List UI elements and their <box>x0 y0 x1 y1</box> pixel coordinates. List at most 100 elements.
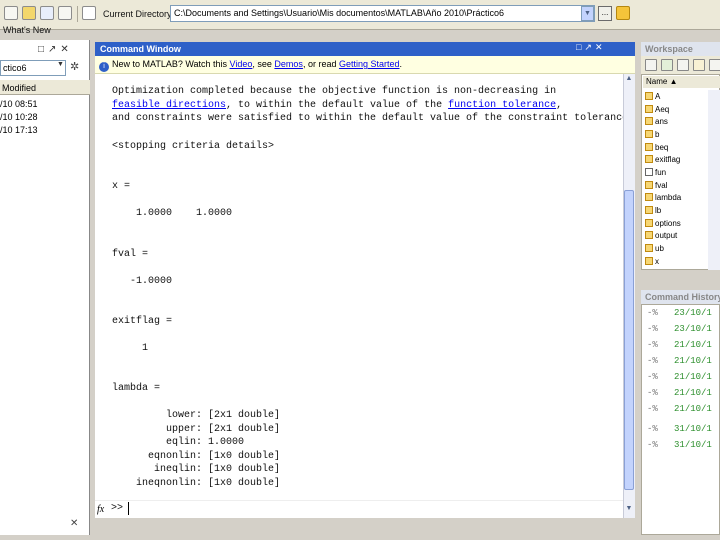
list-item[interactable]: exitflag <box>645 155 680 166</box>
list-item[interactable]: A <box>645 92 660 103</box>
column-header-name[interactable]: Name ▲ <box>643 76 720 88</box>
variable-name: x <box>655 257 659 266</box>
feasible-directions-link[interactable]: feasible directions <box>112 100 226 111</box>
output-line: 1 <box>112 343 149 354</box>
stopping-criteria-link[interactable]: <stopping criteria details> <box>112 141 274 152</box>
getting-started-link[interactable]: Getting Started <box>339 59 400 69</box>
list-item[interactable]: fval <box>645 181 667 192</box>
variable-name: beq <box>655 143 669 152</box>
variable-name: b <box>655 130 660 139</box>
command-history-title: Command History <box>641 290 720 304</box>
getting-started-banner: i New to MATLAB? Watch this Video, see De… <box>95 56 635 74</box>
command-input-row[interactable] <box>95 500 623 518</box>
video-link[interactable]: Video <box>230 59 253 69</box>
list-item[interactable]: /10 17:13 <box>0 125 38 135</box>
column-header-modified[interactable]: Modified <box>0 80 90 95</box>
matrix-icon <box>645 117 653 125</box>
output-line: eqlin: 1.0000 <box>112 437 245 448</box>
command-history-list[interactable] <box>641 304 720 535</box>
workspace-scrollbar[interactable] <box>708 90 720 270</box>
output-line: and constraints were satisfied to within… <box>112 113 635 124</box>
panel-controls-icon[interactable]: □↗✕ <box>38 44 73 55</box>
output-line: fval = <box>112 249 149 260</box>
guide-icon[interactable] <box>40 6 54 20</box>
list-item[interactable]: lambda <box>645 193 681 204</box>
struct-icon <box>645 231 653 239</box>
history-timestamp: 21/10/1 <box>674 356 712 366</box>
variable-name: ans <box>655 117 668 126</box>
output-line: x = <box>112 181 131 192</box>
history-timestamp: 21/10/1 <box>674 372 712 382</box>
list-item[interactable]: x <box>645 257 659 268</box>
matrix-icon <box>645 244 653 252</box>
tree-branch-icon: -% <box>647 324 675 334</box>
window-controls-icon[interactable]: □↗✕ <box>576 42 606 53</box>
import-data-icon[interactable] <box>661 59 673 71</box>
list-item[interactable]: fun <box>645 168 666 179</box>
list-item[interactable]: Aeq <box>645 105 669 116</box>
function-browser-icon[interactable]: fx <box>97 504 104 515</box>
save-workspace-icon[interactable] <box>677 59 689 71</box>
list-item[interactable]: ans <box>645 117 668 128</box>
matrix-icon <box>645 181 653 189</box>
list-item[interactable]: output <box>645 231 677 242</box>
output-line: 1.0000 1.0000 <box>112 208 233 219</box>
history-timestamp: 23/10/1 <box>674 324 712 334</box>
output-line: Optimization completed because the objec… <box>112 86 557 97</box>
list-item[interactable]: -% 21/10/1 <box>647 340 712 350</box>
list-item[interactable]: -% 31/10/1 <box>647 440 712 450</box>
variable-name: ub <box>655 244 664 253</box>
variable-name: output <box>655 231 678 240</box>
output-text: , <box>556 100 563 111</box>
tree-branch-icon: -% <box>647 404 675 414</box>
list-item[interactable]: -% 21/10/1 <box>647 356 712 366</box>
scrollbar-thumb[interactable] <box>624 190 634 490</box>
list-item[interactable]: -% 21/10/1 <box>647 388 712 398</box>
command-window-title: Command Window <box>95 42 635 56</box>
help-icon[interactable] <box>82 6 96 20</box>
list-item[interactable]: -% 23/10/1 <box>647 308 712 318</box>
variable-name: fval <box>655 181 668 190</box>
plot-icon[interactable] <box>709 59 720 71</box>
chevron-down-icon[interactable]: ▼ <box>581 6 594 21</box>
list-item[interactable]: -% 31/10/1 <box>647 424 712 434</box>
output-line: exitflag = <box>112 316 173 327</box>
list-item[interactable]: b <box>645 130 659 141</box>
new-variable-icon[interactable] <box>645 59 657 71</box>
output-line: lambda = <box>112 383 161 394</box>
list-item[interactable]: -% 21/10/1 <box>647 372 712 382</box>
tree-branch-icon: -% <box>647 440 675 450</box>
struct-icon <box>645 193 653 201</box>
new-file-icon[interactable] <box>4 6 18 20</box>
banner-text: New to MATLAB? Watch this <box>112 59 230 69</box>
workspace-title: Workspace <box>641 42 720 56</box>
up-folder-icon[interactable] <box>616 6 630 20</box>
command-prompt: >> <box>111 503 124 514</box>
current-directory-input[interactable]: C:\Documents and Settings\Usuario\Mis do… <box>170 5 595 22</box>
output-text: , to within the default value of the <box>226 100 449 111</box>
profiler-icon[interactable] <box>58 6 72 20</box>
simulink-icon[interactable] <box>22 6 36 20</box>
variable-name: options <box>655 219 681 228</box>
list-item[interactable]: -% 21/10/1 <box>647 404 712 414</box>
list-item[interactable]: beq <box>645 143 668 154</box>
function-handle-icon <box>645 168 653 176</box>
scroll-down-icon[interactable]: ▼ <box>624 505 634 515</box>
list-item[interactable]: /10 10:28 <box>0 112 38 122</box>
chevron-down-icon[interactable]: ▼ <box>57 61 64 68</box>
list-item[interactable]: /10 08:51 <box>0 99 38 109</box>
list-item[interactable]: -% 23/10/1 <box>647 324 712 334</box>
matrix-icon <box>645 92 653 100</box>
demos-link[interactable]: Demos <box>274 59 303 69</box>
resize-icon[interactable]: ✕ <box>70 518 78 529</box>
gear-icon[interactable]: ✲ <box>70 60 79 73</box>
function-tolerance-link[interactable]: function tolerance <box>448 100 556 111</box>
list-item[interactable]: options <box>645 219 681 230</box>
scroll-up-icon[interactable]: ▲ <box>624 75 634 85</box>
history-timestamp: 23/10/1 <box>674 308 712 318</box>
browse-folder-button[interactable]: ... <box>598 6 612 21</box>
toolbar-separator <box>77 6 78 22</box>
list-item[interactable]: ub <box>645 244 664 255</box>
list-item[interactable]: lb <box>645 206 661 217</box>
print-icon[interactable] <box>693 59 705 71</box>
